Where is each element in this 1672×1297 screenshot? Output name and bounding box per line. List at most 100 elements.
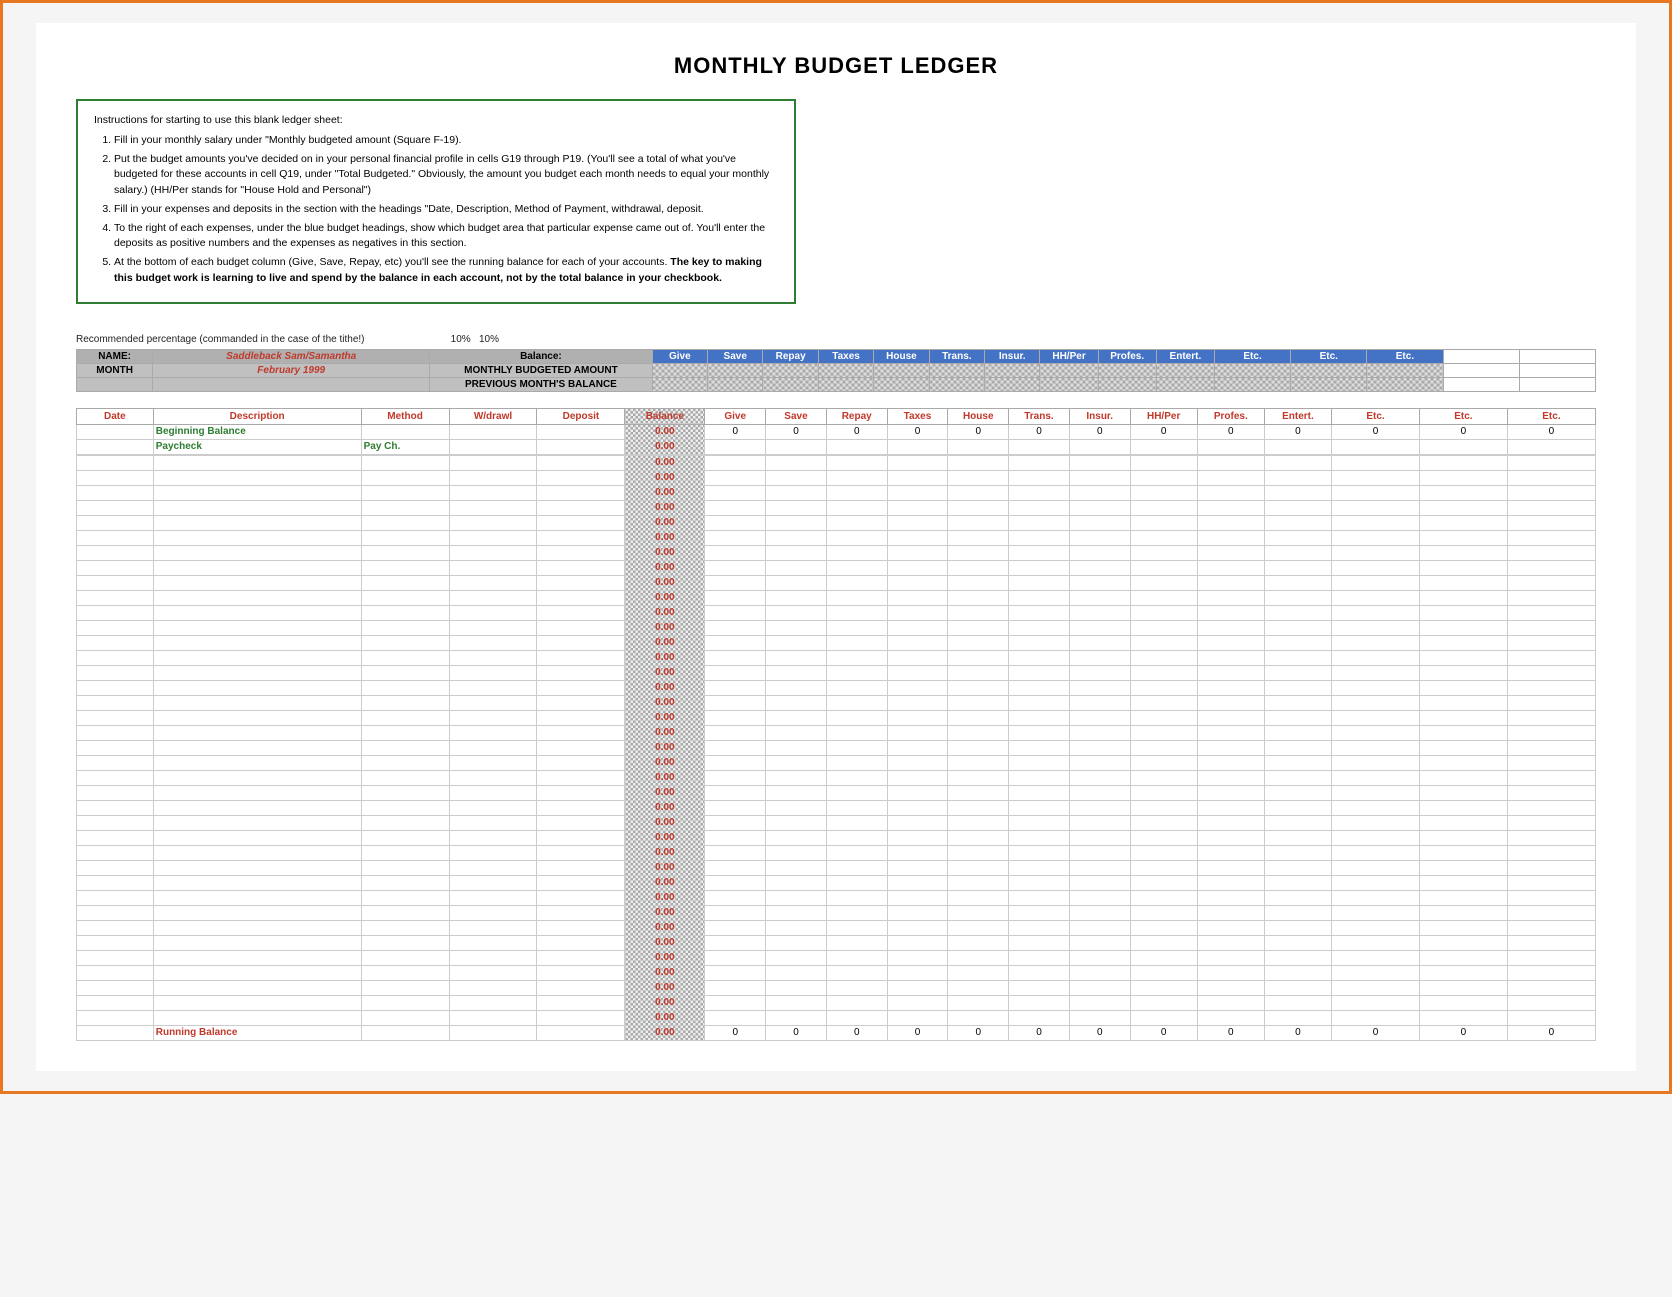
pc-etc3[interactable] xyxy=(1507,439,1595,454)
bb-wdrawl[interactable] xyxy=(449,424,537,439)
budgeted-etc2[interactable] xyxy=(1291,363,1367,377)
rec-pct-val1: 10% xyxy=(451,334,471,345)
budgeted-insur[interactable] xyxy=(985,363,1040,377)
prev-hhper[interactable] xyxy=(1040,377,1098,391)
pc-etc1[interactable] xyxy=(1332,439,1420,454)
th-save: Save xyxy=(766,408,827,424)
bb-give[interactable]: 0 xyxy=(705,424,766,439)
table-row: 0.00 xyxy=(77,845,1596,860)
table-row: 0.00 xyxy=(77,920,1596,935)
pc-taxes[interactable] xyxy=(887,439,948,454)
bb-date[interactable] xyxy=(77,424,154,439)
pc-give[interactable] xyxy=(705,439,766,454)
table-row: 0.00 xyxy=(77,965,1596,980)
table-row: 0.00 xyxy=(77,890,1596,905)
rec-pct-val2: 10% xyxy=(479,334,499,345)
budgeted-give[interactable] xyxy=(652,363,707,377)
budgeted-entert[interactable] xyxy=(1156,363,1214,377)
th-taxes: Taxes xyxy=(887,408,948,424)
pc-entert[interactable] xyxy=(1264,439,1331,454)
budgeted-repay[interactable] xyxy=(763,363,818,377)
table-row: 0.00 xyxy=(77,785,1596,800)
running-rows: 0.000.000.000.000.000.000.000.000.000.00… xyxy=(77,455,1596,1025)
bb-etc1[interactable]: 0 xyxy=(1332,424,1420,439)
instructions-list: Fill in your monthly salary under "Month… xyxy=(114,133,778,287)
bb-entert[interactable]: 0 xyxy=(1264,424,1331,439)
pc-wdrawl[interactable] xyxy=(449,439,537,454)
name-row: NAME: Saddleback Sam/Samantha Balance: G… xyxy=(77,349,1596,363)
bb-hhper[interactable]: 0 xyxy=(1130,424,1197,439)
rb-taxes: 0 xyxy=(887,1025,948,1040)
trans-header: Trans. xyxy=(929,349,984,363)
prev-etc2[interactable] xyxy=(1291,377,1367,391)
table-row: 0.00 xyxy=(77,830,1596,845)
th-house: House xyxy=(948,408,1009,424)
budgeted-hhper[interactable] xyxy=(1040,363,1098,377)
paycheck-row: Paycheck Pay Ch. 0.00 xyxy=(77,439,1596,454)
bb-insur[interactable]: 0 xyxy=(1069,424,1130,439)
bb-etc2[interactable]: 0 xyxy=(1419,424,1507,439)
prev-profes[interactable] xyxy=(1098,377,1156,391)
bb-repay[interactable]: 0 xyxy=(826,424,887,439)
rb-etc1: 0 xyxy=(1332,1025,1420,1040)
empty-m2 xyxy=(1519,363,1595,377)
th-etc2: Etc. xyxy=(1419,408,1507,424)
pc-save[interactable] xyxy=(766,439,827,454)
budgeted-save[interactable] xyxy=(708,363,763,377)
pc-hhper[interactable] xyxy=(1130,439,1197,454)
pc-house[interactable] xyxy=(948,439,1009,454)
instruction-1: Fill in your monthly salary under "Month… xyxy=(114,133,778,149)
page-title: MONTHLY BUDGET LEDGER xyxy=(76,53,1596,79)
rb-trans: 0 xyxy=(1009,1025,1070,1040)
prev-trans[interactable] xyxy=(929,377,984,391)
bb-etc3[interactable]: 0 xyxy=(1507,424,1595,439)
budgeted-etc3[interactable] xyxy=(1367,363,1443,377)
etc1-header: Etc. xyxy=(1214,349,1290,363)
table-row: 0.00 xyxy=(77,905,1596,920)
budgeted-etc1[interactable] xyxy=(1214,363,1290,377)
th-insur: Insur. xyxy=(1069,408,1130,424)
pc-etc2[interactable] xyxy=(1419,439,1507,454)
rb-method xyxy=(361,1025,449,1040)
prev-taxes[interactable] xyxy=(818,377,873,391)
bb-house[interactable]: 0 xyxy=(948,424,1009,439)
prev-give[interactable] xyxy=(652,377,707,391)
table-row: 0.00 xyxy=(77,800,1596,815)
budgeted-trans[interactable] xyxy=(929,363,984,377)
pc-trans[interactable] xyxy=(1009,439,1070,454)
prev-etc3[interactable] xyxy=(1367,377,1443,391)
table-row: 0.00 xyxy=(77,635,1596,650)
th-profes: Profes. xyxy=(1197,408,1264,424)
pc-repay[interactable] xyxy=(826,439,887,454)
instruction-5: At the bottom of each budget column (Giv… xyxy=(114,255,778,287)
prev-etc1[interactable] xyxy=(1214,377,1290,391)
bb-trans[interactable]: 0 xyxy=(1009,424,1070,439)
table-row: 0.00 xyxy=(77,995,1596,1010)
budgeted-house[interactable] xyxy=(874,363,929,377)
rb-hhper: 0 xyxy=(1130,1025,1197,1040)
th-hhper: HH/Per xyxy=(1130,408,1197,424)
budgeted-profes[interactable] xyxy=(1098,363,1156,377)
rb-insur: 0 xyxy=(1069,1025,1130,1040)
bb-taxes[interactable]: 0 xyxy=(887,424,948,439)
pc-deposit[interactable] xyxy=(537,439,625,454)
table-row: 0.00 xyxy=(77,485,1596,500)
pc-date[interactable] xyxy=(77,439,154,454)
prev-entert[interactable] xyxy=(1156,377,1214,391)
th-give: Give xyxy=(705,408,766,424)
prev-house[interactable] xyxy=(874,377,929,391)
table-row: 0.00 xyxy=(77,590,1596,605)
pc-insur[interactable] xyxy=(1069,439,1130,454)
prev-insur[interactable] xyxy=(985,377,1040,391)
rb-etc3: 0 xyxy=(1507,1025,1595,1040)
budgeted-taxes[interactable] xyxy=(818,363,873,377)
bb-deposit[interactable] xyxy=(537,424,625,439)
etc3-header: Etc. xyxy=(1367,349,1443,363)
pc-profes[interactable] xyxy=(1197,439,1264,454)
bb-method[interactable] xyxy=(361,424,449,439)
bb-profes[interactable]: 0 xyxy=(1197,424,1264,439)
prev-save[interactable] xyxy=(708,377,763,391)
table-row: 0.00 xyxy=(77,515,1596,530)
prev-repay[interactable] xyxy=(763,377,818,391)
bb-save[interactable]: 0 xyxy=(766,424,827,439)
